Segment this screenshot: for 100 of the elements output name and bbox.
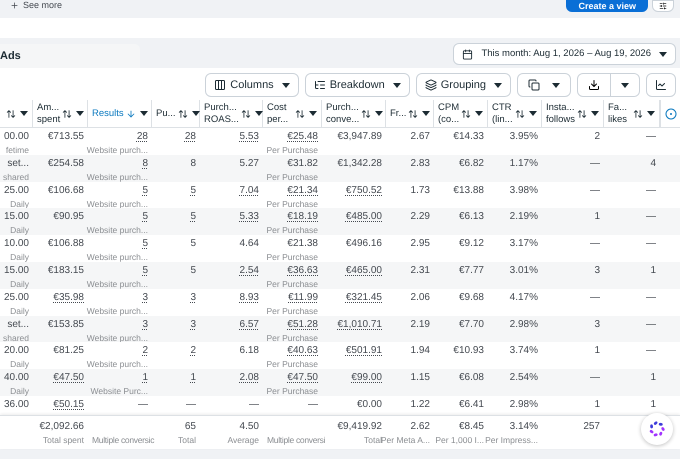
table-cell[interactable]: 3 (190, 318, 196, 332)
table-cell: €3,947.89 (338, 130, 382, 144)
cell-note: Website purch... (86, 358, 148, 370)
table-cell[interactable]: 5 (142, 210, 148, 224)
table-cell[interactable]: 2 (190, 344, 196, 358)
table-cell[interactable]: 5 (142, 264, 148, 278)
column-header[interactable]: Pu... (152, 100, 200, 127)
chart-button[interactable] (646, 73, 676, 97)
table-cell[interactable]: €18.19 (287, 210, 318, 224)
create-view-button[interactable]: Create a view (566, 0, 648, 12)
table-row[interactable]: 15.00 Daily €90.95 5 Website purch... 5 5.33 €18.19 Per Purchase €485.00 2.29 €6.13 2.19% 1 — (0, 208, 680, 236)
sort-icon (408, 108, 418, 118)
table-cell[interactable]: €25.48 (287, 130, 318, 144)
table-cell[interactable]: €465.00 (346, 264, 382, 278)
column-title: spent (37, 114, 60, 126)
table-cell[interactable]: €47.50 (287, 371, 318, 386)
column-header[interactable]: Am... spent (33, 100, 88, 127)
column-header[interactable]: Fa... likes (604, 100, 660, 127)
table-cell[interactable]: 2.54 (240, 264, 259, 278)
add-column-icon[interactable] (665, 108, 677, 120)
calendar-icon (462, 48, 474, 60)
table-row[interactable]: 15.00 Daily €183.15 5 Website purch... 5 2.54 €36.63 Per Purchase €465.00 2.31 €7.77 3.01% 3 1 (0, 262, 680, 289)
table-cell[interactable]: 2.08 (240, 371, 259, 386)
table-row[interactable]: 40.00 Daily €47.50 1 Website Purc... 1 2.08 €47.50 Per Purchase €99.00 1.15 €6.08 2.54% — 1 (0, 369, 680, 396)
ads-tab[interactable]: Ads (0, 44, 140, 68)
table-cell: 4.17% (510, 290, 538, 305)
export-split-button[interactable] (577, 73, 640, 97)
table-cell[interactable]: 2 (142, 344, 148, 358)
table-cell[interactable]: €47.50 (53, 371, 84, 386)
column-header[interactable]: Purch... conve... (322, 100, 386, 127)
column-header[interactable]: Fr... (386, 100, 434, 127)
table-cell[interactable]: €50.15 (53, 398, 84, 412)
table-cell: — (646, 237, 656, 252)
cell-note: Per Purchase (266, 224, 318, 236)
table-cell[interactable]: €485.00 (346, 210, 382, 224)
column-header[interactable]: CPM (co... (434, 100, 488, 127)
table-cell[interactable]: €321.45 (346, 290, 382, 305)
table-cell[interactable]: 5 (190, 210, 196, 224)
table-cell[interactable]: 28 (136, 130, 148, 144)
table-cell[interactable]: €51.28 (287, 318, 318, 332)
table-cell[interactable]: €99.00 (351, 371, 382, 386)
sort-icon (515, 108, 525, 118)
copy-icon (528, 79, 540, 91)
toolbar-menu-button[interactable]: Grouping (416, 73, 511, 97)
table-cell[interactable]: 3 (190, 290, 196, 305)
table-cell: €9.12 (458, 237, 484, 252)
table-row[interactable]: set... shared €153.85 3 Website purch... 3 6.57 €51.28 Per Purchase €1,010.71 2.19 €7.70 2.98% 3 — (0, 316, 680, 342)
column-title: (co... (438, 114, 460, 126)
column-header[interactable]: Cost per... (263, 100, 322, 127)
table-cell[interactable]: €21.34 (287, 184, 318, 198)
cell-note: Daily (10, 304, 29, 317)
table-cell[interactable]: 7.04 (240, 184, 259, 198)
table-cell[interactable]: €750.52 (346, 184, 382, 198)
table-cell: 4 (650, 156, 656, 171)
date-range-button[interactable]: This month: Aug 1, 2026 – Aug 19, 2026 (453, 43, 676, 65)
table-cell[interactable]: 1 (190, 371, 196, 386)
table-cell[interactable]: 3 (142, 290, 148, 305)
caret-icon (392, 82, 401, 88)
table-cell[interactable]: 3 (142, 318, 148, 332)
column-header[interactable]: Purch... ROAS... (200, 100, 263, 127)
table-cell: — (590, 290, 600, 305)
see-more-link[interactable]: See more (0, 0, 62, 11)
table-cell[interactable]: €40.63 (287, 344, 318, 358)
column-header[interactable]: CTR (lin... (488, 100, 542, 127)
sort-icon (178, 108, 188, 118)
table-cell[interactable]: €1,010.71 (338, 318, 382, 332)
column-header[interactable]: Insta... follows (542, 100, 604, 127)
cell-note: Per Purchase (266, 358, 318, 370)
table-cell[interactable]: 8.93 (240, 290, 259, 305)
toolbar-menu-button[interactable]: Columns (205, 73, 299, 97)
table-cell[interactable]: 5 (142, 237, 148, 252)
table-cell[interactable]: €35.98 (53, 290, 84, 305)
total-label: Per 1,000 I... (435, 434, 484, 446)
total-value: 257 (583, 420, 600, 434)
table-cell[interactable]: 1 (142, 371, 148, 386)
total-label: Average (227, 434, 259, 446)
table-row[interactable]: set... shared €254.58 8 Website purch... 8 5.27 €31.82 Per Purchase €1,342.28 2.83 €6.82 1.17% — 4 (0, 154, 680, 182)
table-cell: 2.67 (410, 130, 430, 144)
table-cell[interactable]: 5 (142, 184, 148, 198)
table-cell[interactable]: 6.57 (240, 318, 259, 332)
table-cell[interactable]: 8 (142, 156, 148, 171)
cell-note: Per Purchase (266, 332, 318, 344)
plus-icon (10, 1, 19, 10)
table-cell[interactable]: 5 (190, 184, 196, 198)
table-cell[interactable]: 5.33 (240, 210, 259, 224)
table-cell: 1 (594, 344, 600, 358)
settings-button[interactable] (652, 0, 674, 12)
copy-menu-button[interactable] (517, 73, 571, 97)
caret-icon (552, 82, 560, 88)
table-cell[interactable]: €11.99 (288, 290, 318, 305)
table-cell[interactable]: €36.63 (287, 264, 318, 278)
table-cell: 2 (594, 130, 600, 144)
table-cell: 5.27 (240, 156, 259, 171)
column-header[interactable]: Results (88, 100, 152, 127)
table-cell: — (646, 344, 656, 358)
table-cell[interactable]: €501.91 (346, 344, 382, 358)
toolbar-menu-button[interactable]: Breakdown (304, 73, 410, 97)
cell-note: Website purch... (86, 144, 148, 156)
table-cell[interactable]: 5.53 (240, 130, 259, 144)
table-cell[interactable]: 28 (184, 130, 196, 144)
